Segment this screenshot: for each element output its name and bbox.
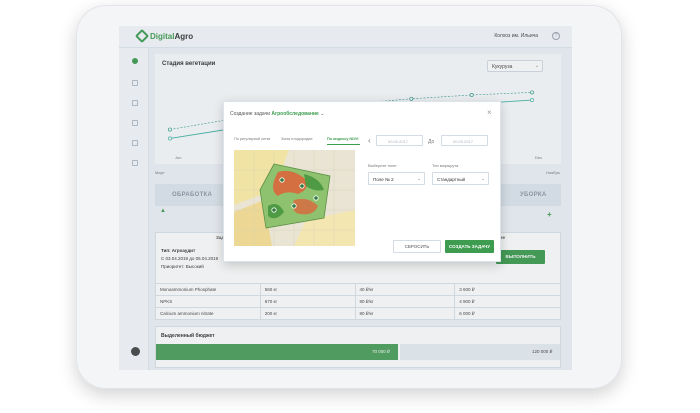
tab-fertility-zones[interactable]: Зоны плодородия — [281, 137, 313, 141]
close-icon[interactable]: × — [487, 108, 492, 117]
tab-ndvi[interactable]: По индексу NDVI — [327, 137, 358, 141]
sample-point[interactable] — [313, 195, 319, 201]
tab-regular-grid[interactable]: По регулярной сетке — [234, 137, 271, 141]
reset-button[interactable]: СБРОСИТЬ — [393, 240, 441, 253]
field-select-label: Выберите поле — [368, 163, 397, 168]
task-type-select[interactable]: Агрообследование — [271, 111, 318, 117]
chevron-down-icon: ⌄ — [481, 176, 485, 181]
chevron-left-icon[interactable]: ‹ — [368, 136, 371, 145]
date-to-label: До — [428, 139, 435, 145]
date-to-field[interactable]: 00.00.2017 — [441, 135, 488, 146]
sample-point[interactable] — [291, 203, 297, 209]
route-select[interactable]: Стандартный ⌄ — [432, 172, 489, 185]
modal-title: Создание задачи Агрообследование ⌄ — [230, 111, 325, 117]
sample-point[interactable] — [271, 207, 277, 213]
chevron-down-icon: ⌄ — [320, 111, 325, 117]
sample-point[interactable] — [279, 177, 285, 183]
active-tab-indicator — [327, 144, 360, 145]
field-select-value: Поле № 2 — [373, 177, 394, 182]
field-map[interactable] — [234, 150, 355, 246]
sample-point[interactable] — [299, 183, 305, 189]
route-select-value: Стандартный — [437, 177, 466, 182]
field-select[interactable]: Поле № 2 ⌄ — [368, 172, 425, 185]
chevron-down-icon: ⌄ — [417, 176, 421, 181]
create-task-button[interactable]: СОЗДАТЬ ЗАДАЧУ — [445, 240, 494, 253]
date-from-field[interactable]: 00.00.2017 — [376, 135, 423, 146]
route-select-label: Тип маршрута — [432, 163, 459, 168]
